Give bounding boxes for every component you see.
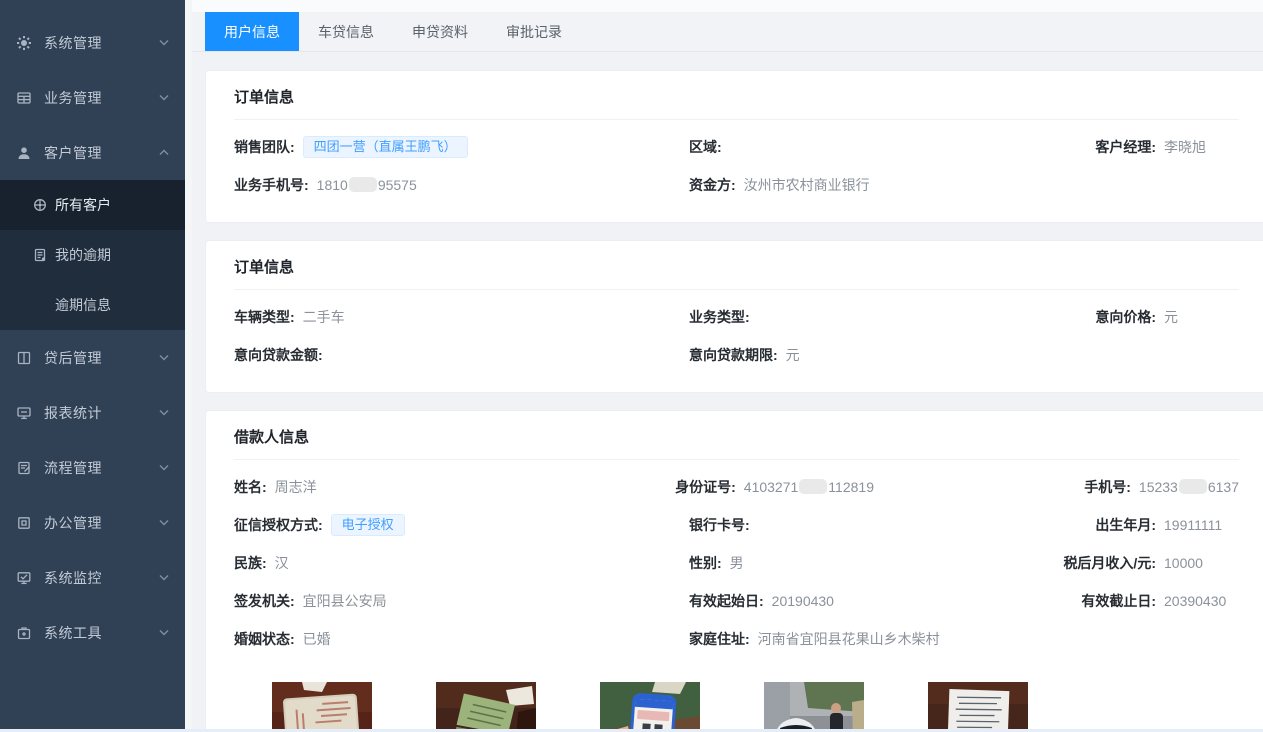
sales-team-tag[interactable]: 四团一营（直属王鹏飞）: [303, 136, 468, 158]
chevron-down-icon: [159, 629, 169, 636]
square-icon: [13, 515, 35, 531]
field-monthly-income: 税后月收入/元 10000: [1056, 552, 1239, 574]
field-issuing-authority: 签发机关 宜阳县公安局: [234, 590, 689, 612]
field-business-phone: 业务手机号 181095575: [234, 174, 689, 196]
tab-loan-application-docs[interactable]: 申贷资料: [393, 12, 487, 51]
tab-user-info[interactable]: 用户信息: [205, 12, 299, 51]
tab-approval-records[interactable]: 审批记录: [487, 12, 581, 51]
clipboard-icon: [13, 460, 35, 476]
sidebar-item-label: 报表统计: [44, 403, 159, 423]
license-booklet-photo[interactable]: [436, 682, 536, 732]
sidebar-item-business-management[interactable]: 业务管理: [0, 70, 185, 125]
sidebar-item-label: 办公管理: [44, 513, 159, 533]
sidebar-item-label: 贷后管理: [44, 348, 159, 368]
field-phone: 手机号 152336137: [1031, 476, 1239, 498]
top-strip: [185, 0, 1263, 12]
sidebar-subitem-my-overdue[interactable]: 我的逾期: [0, 230, 185, 280]
sidebar-item-label: 系统管理: [44, 33, 159, 53]
field-sales-team: 销售团队 四团一营（直属王鹏飞）: [234, 136, 689, 158]
sidebar-item-label: 系统监控: [44, 568, 159, 588]
field-bank-card: 银行卡号: [689, 514, 1056, 536]
page-content: 订单信息 销售团队 四团一营（直属王鹏飞） 区域 客户经理 李晓旭 业务手机号: [185, 52, 1263, 732]
field-valid-from: 有效起始日 20190430: [689, 590, 1056, 612]
monitor-check-icon: [13, 570, 35, 586]
chevron-down-icon: [159, 409, 169, 416]
chevron-up-icon: [159, 149, 169, 156]
card-title: 借款人信息: [234, 411, 1239, 460]
wheel-icon: [31, 197, 48, 213]
card-title: 订单信息: [234, 241, 1239, 290]
field-name: 姓名 周志洋: [234, 476, 675, 498]
sidebar-subitem-all-customers[interactable]: 所有客户: [0, 180, 185, 230]
field-home-address: 家庭住址 河南省宜阳县花果山乡木柴村: [689, 628, 1056, 650]
sidebar-item-system-monitor[interactable]: 系统监控: [0, 550, 185, 605]
sidebar-item-label: 客户管理: [44, 143, 159, 163]
sidebar-item-report-statistics[interactable]: 报表统计: [0, 385, 185, 440]
field-gender: 性别 男: [689, 552, 1056, 574]
sidebar-subitem-label: 所有客户: [55, 195, 111, 215]
redaction-mask: [1179, 479, 1207, 494]
field-vehicle-type: 车辆类型 二手车: [234, 306, 689, 328]
sidebar-subitem-label: 我的逾期: [55, 245, 111, 265]
credit-auth-qr-photo[interactable]: [600, 682, 700, 732]
chevron-down-icon: [159, 464, 169, 471]
sidebar-scroll-track: [185, 0, 192, 732]
field-region: 区域: [689, 136, 1056, 158]
sidebar-item-system-management[interactable]: 系统管理: [0, 15, 185, 70]
credit-auth-tag[interactable]: 电子授权: [331, 514, 405, 536]
sidebar-item-label: 业务管理: [44, 88, 159, 108]
gear-icon: [13, 35, 35, 51]
field-intended-loan-amount: 意向贷款金额: [234, 344, 689, 366]
field-intended-price: 意向价格 元: [1056, 306, 1239, 328]
sidebar-item-office-management[interactable]: 办公管理: [0, 495, 185, 550]
table-icon: [13, 90, 35, 106]
sidebar-item-label: 系统工具: [44, 623, 159, 643]
field-ethnicity: 民族 汉: [234, 552, 689, 574]
chevron-down-icon: [159, 574, 169, 581]
chevron-down-icon: [159, 39, 169, 46]
sidebar-item-system-tools[interactable]: 系统工具: [0, 605, 185, 660]
borrower-photos: 身份证: [234, 650, 1239, 732]
tab-car-loan-info[interactable]: 车贷信息: [299, 12, 393, 51]
borrower-info-card: 借款人信息 姓名 周志洋 身份证号 4103271112819 手机号 1523…: [205, 410, 1263, 732]
card-title: 订单信息: [234, 71, 1239, 120]
sidebar-subitem-overdue-info[interactable]: 逾期信息: [0, 280, 185, 330]
monitor-icon: [13, 405, 35, 421]
field-customer-manager: 客户经理 李晓旭: [1056, 136, 1239, 158]
chevron-down-icon: [159, 519, 169, 526]
order-info-card-2: 订单信息 车辆类型 二手车 业务类型 意向价格 元 意向贷款金额: [205, 240, 1263, 393]
field-business-type: 业务类型: [689, 306, 1056, 328]
tab-bar: 用户信息 车贷信息 申贷资料 审批记录: [185, 12, 1263, 52]
main-area: 用户信息 车贷信息 申贷资料 审批记录 订单信息 销售团队 四团一营（直属王鹏飞…: [185, 0, 1263, 732]
field-marital-status: 婚姻状态 已婚: [234, 628, 689, 650]
columns-icon: [13, 350, 35, 366]
sidebar-subitem-label: 逾期信息: [55, 295, 111, 315]
chevron-down-icon: [159, 94, 169, 101]
sidebar-item-post-loan-management[interactable]: 贷后管理: [0, 330, 185, 385]
user-icon: [13, 145, 35, 161]
sidebar-item-label: 流程管理: [44, 458, 159, 478]
customer-management-submenu: 所有客户 我的逾期 逾期信息: [0, 180, 185, 330]
field-credit-auth-method: 征信授权方式 电子授权: [234, 514, 689, 536]
field-intended-loan-term: 意向贷款期限 元: [689, 344, 1056, 366]
id-card-photo[interactable]: [272, 682, 372, 732]
field-funder: 资金方 汝州市农村商业银行: [689, 174, 1056, 196]
order-info-card-1: 订单信息 销售团队 四团一营（直属王鹏飞） 区域 客户经理 李晓旭 业务手机号: [205, 70, 1263, 223]
field-birth-date: 出生年月 19911111: [1056, 514, 1239, 536]
redaction-mask: [349, 177, 377, 192]
sidebar: 系统管理 业务管理 客户管理 所有客户 我的逾期 逾期信息: [0, 0, 185, 732]
material-doc-photo[interactable]: [928, 682, 1028, 732]
document-icon: [31, 247, 48, 263]
person-car-photo[interactable]: [764, 682, 864, 732]
sidebar-item-customer-management[interactable]: 客户管理: [0, 125, 185, 180]
field-valid-to: 有效截止日 20390430: [1056, 590, 1239, 612]
chevron-down-icon: [159, 354, 169, 361]
toolbox-icon: [13, 625, 35, 641]
sidebar-item-process-management[interactable]: 流程管理: [0, 440, 185, 495]
redaction-mask: [799, 479, 827, 494]
field-id-number: 身份证号 4103271112819: [675, 476, 1031, 498]
